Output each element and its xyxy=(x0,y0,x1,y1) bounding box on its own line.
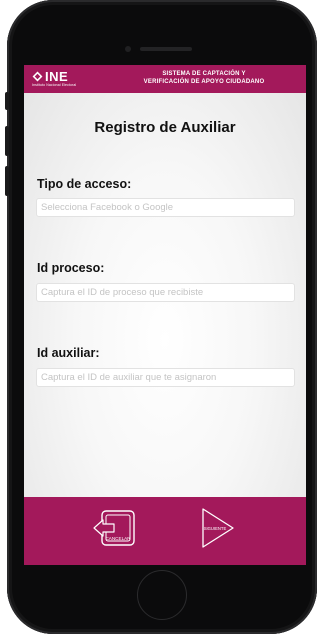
app-footer: CANCELAR SIGUIENTE xyxy=(24,497,306,565)
logo-text: INE xyxy=(45,69,69,84)
header-title-line1: SISTEMA DE CAPTACIÓN Y xyxy=(162,71,246,77)
front-camera xyxy=(125,46,131,52)
header-title: SISTEMA DE CAPTACIÓN Y VERIFICACIÓN DE A… xyxy=(106,71,302,86)
app-header: INE Instituto Nacional Electoral SISTEMA… xyxy=(24,65,306,93)
next-label: SIGUIENTE xyxy=(204,526,227,531)
access-type-label: Tipo de acceso: xyxy=(37,177,132,191)
process-id-input[interactable] xyxy=(36,283,295,302)
volume-down-button xyxy=(5,166,9,196)
exit-door-icon: CANCELAR xyxy=(93,510,135,546)
auxiliary-id-input[interactable] xyxy=(36,368,295,387)
mute-switch xyxy=(5,92,9,110)
cancel-button[interactable]: CANCELAR xyxy=(92,509,138,547)
play-triangle-icon: SIGUIENTE xyxy=(202,508,234,548)
app-screen: INE Instituto Nacional Electoral SISTEMA… xyxy=(24,65,306,565)
next-button[interactable]: SIGUIENTE xyxy=(200,507,236,549)
ine-logo: INE Instituto Nacional Electoral xyxy=(32,69,94,89)
header-title-line2: VERIFICACIÓN DE APOYO CIUDADANO xyxy=(143,78,265,85)
access-type-input[interactable] xyxy=(36,198,295,217)
process-id-label: Id proceso: xyxy=(37,261,105,275)
ine-star-icon xyxy=(32,71,43,82)
auxiliary-id-label: Id auxiliar: xyxy=(37,346,100,360)
cancel-label: CANCELAR xyxy=(105,536,131,541)
volume-up-button xyxy=(5,126,9,156)
home-button[interactable] xyxy=(137,570,187,620)
logo-subtext: Instituto Nacional Electoral xyxy=(32,83,77,87)
page-title: Registro de Auxiliar xyxy=(94,119,236,136)
earpiece-speaker xyxy=(140,47,192,51)
